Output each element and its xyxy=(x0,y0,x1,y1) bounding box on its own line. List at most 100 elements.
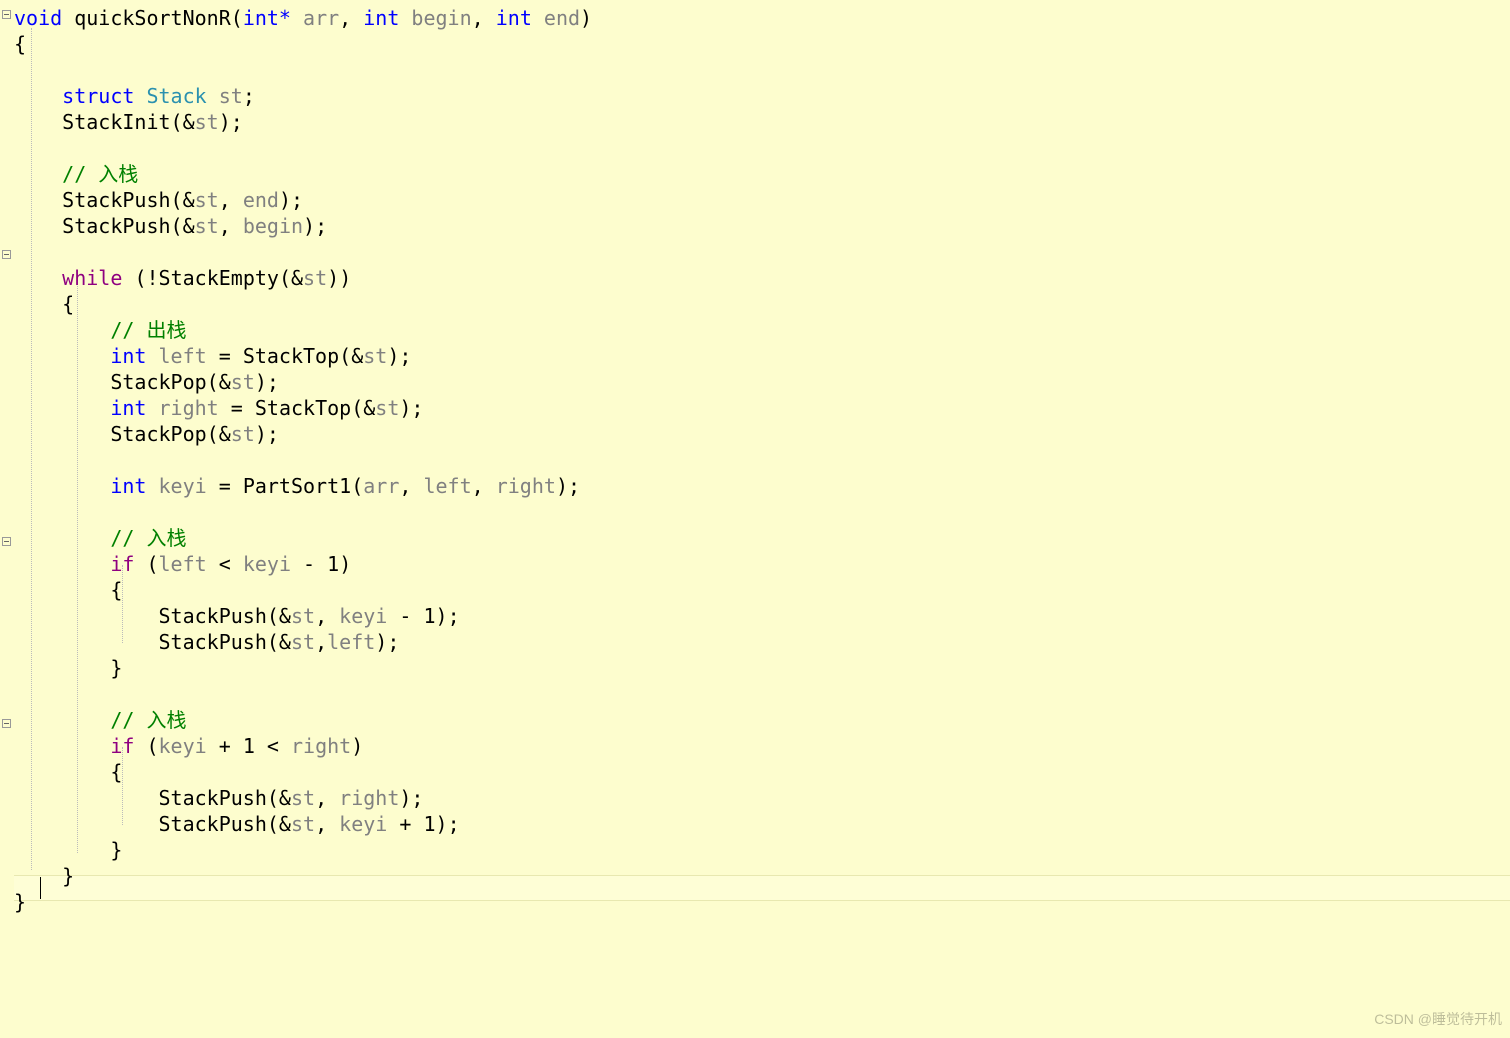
punct: & xyxy=(279,604,291,628)
call-partsort1: PartSort1 xyxy=(243,474,351,498)
watermark: CSDN @睡觉待开机 xyxy=(1374,1006,1502,1032)
punct: ; xyxy=(267,422,279,446)
punct: & xyxy=(183,110,195,134)
punct: , xyxy=(219,214,231,238)
punct: ! xyxy=(146,266,158,290)
punct: ( xyxy=(351,474,363,498)
punct: & xyxy=(219,422,231,446)
call-stackpush: StackPush xyxy=(159,812,267,836)
arg-left: left xyxy=(423,474,471,498)
punct: ) xyxy=(339,266,351,290)
punct: ; xyxy=(448,812,460,836)
var-st: st xyxy=(363,344,387,368)
call-stackinit: StackInit xyxy=(62,110,170,134)
var-st: st xyxy=(303,266,327,290)
fold-icon[interactable] xyxy=(2,537,11,546)
punct: ) xyxy=(399,786,411,810)
param-end: end xyxy=(544,6,580,30)
punct: ( xyxy=(231,6,243,30)
keyword-int: int xyxy=(363,6,399,30)
comment: // 入栈 xyxy=(62,162,138,186)
call-stackpush: StackPush xyxy=(62,188,170,212)
fold-icon[interactable] xyxy=(2,719,11,728)
arg-end: end xyxy=(243,188,279,212)
punct: ; xyxy=(387,630,399,654)
punct: ( xyxy=(146,552,158,576)
var-st: st xyxy=(231,370,255,394)
var-st: st xyxy=(231,422,255,446)
var-keyi: keyi xyxy=(339,604,387,628)
punct: + xyxy=(219,734,231,758)
keyword-if: if xyxy=(110,734,134,758)
punct: ( xyxy=(171,188,183,212)
comment: // 入栈 xyxy=(110,526,186,550)
brace-close: } xyxy=(14,890,26,914)
punct: , xyxy=(219,188,231,212)
punct: ; xyxy=(399,344,411,368)
fold-icon[interactable] xyxy=(2,10,11,19)
num-1: 1 xyxy=(423,604,435,628)
var-keyi: keyi xyxy=(243,552,291,576)
punct: < xyxy=(267,734,279,758)
punct: , xyxy=(472,474,484,498)
punct: ) xyxy=(387,344,399,368)
keyword-int: int xyxy=(110,344,146,368)
punct: ( xyxy=(267,812,279,836)
num-1: 1 xyxy=(327,552,339,576)
brace-open: { xyxy=(110,578,122,602)
punct: ( xyxy=(267,604,279,628)
punct: ) xyxy=(255,370,267,394)
function-name: quickSortNonR xyxy=(74,6,231,30)
punct: , xyxy=(472,6,484,30)
keyword-void: void xyxy=(14,6,62,30)
punct: ) xyxy=(436,812,448,836)
punct: ) xyxy=(580,6,592,30)
code-editor[interactable]: void quickSortNonR(int* arr, int begin, … xyxy=(14,5,592,915)
var-right: right xyxy=(159,396,219,420)
punct: ) xyxy=(556,474,568,498)
var-st: st xyxy=(291,786,315,810)
punct: & xyxy=(279,786,291,810)
punct: & xyxy=(279,812,291,836)
punct: , xyxy=(399,474,411,498)
punct: = xyxy=(219,344,231,368)
var-st: st xyxy=(219,84,243,108)
keyword-int: int xyxy=(110,396,146,420)
keyword-struct: struct xyxy=(62,84,134,108)
gutter xyxy=(0,0,14,1038)
var-st: st xyxy=(291,630,315,654)
punct: ( xyxy=(171,214,183,238)
punct: ( xyxy=(134,266,146,290)
punct: ) xyxy=(436,604,448,628)
punct: , xyxy=(339,6,351,30)
arg-right: right xyxy=(496,474,556,498)
comment: // 出栈 xyxy=(110,318,186,342)
punct: < xyxy=(219,552,231,576)
num-1: 1 xyxy=(423,812,435,836)
var-st: st xyxy=(195,110,219,134)
brace-close: } xyxy=(110,656,122,680)
call-stacktop: StackTop xyxy=(255,396,351,420)
fold-icon[interactable] xyxy=(2,250,11,259)
keyword-while: while xyxy=(62,266,122,290)
punct: ; xyxy=(231,110,243,134)
call-stackpush: StackPush xyxy=(159,630,267,654)
var-st: st xyxy=(195,214,219,238)
brace-close: } xyxy=(110,838,122,862)
punct: ) xyxy=(375,630,387,654)
punct: ; xyxy=(448,604,460,628)
brace-open: { xyxy=(110,760,122,784)
punct: & xyxy=(363,396,375,420)
punct: & xyxy=(291,266,303,290)
punct: ) xyxy=(351,734,363,758)
punct: ) xyxy=(327,266,339,290)
call-stackempty: StackEmpty xyxy=(159,266,279,290)
punct: ( xyxy=(171,110,183,134)
keyword-int: int xyxy=(496,6,532,30)
param-arr: arr xyxy=(303,6,339,30)
brace-open: { xyxy=(62,292,74,316)
comment: // 入栈 xyxy=(110,708,186,732)
punct: , xyxy=(315,786,327,810)
call-stackpush: StackPush xyxy=(159,604,267,628)
punct: & xyxy=(351,344,363,368)
